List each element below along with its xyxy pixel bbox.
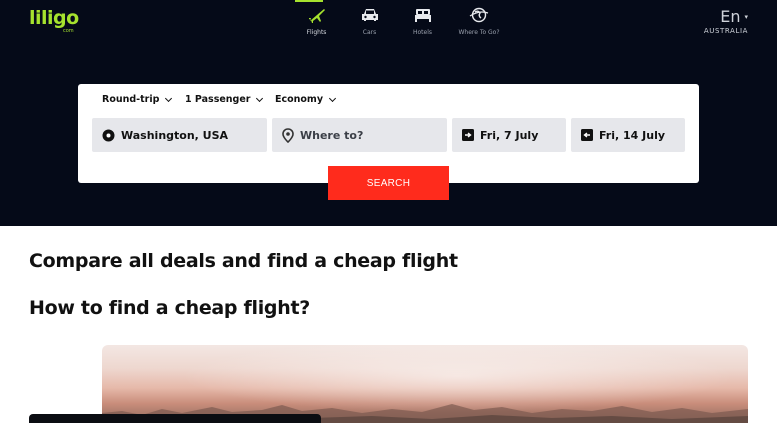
info-card-panel — [29, 414, 321, 423]
inactive-indicator — [348, 0, 376, 2]
origin-value: Washington, USA — [121, 128, 229, 142]
trip-type-label: Round-trip — [102, 94, 160, 105]
nav-label: Flights — [306, 29, 327, 36]
passengers-dropdown[interactable]: 1 Passenger — [185, 94, 275, 105]
return-date: Fri, 14 July — [599, 128, 666, 142]
map-pin-icon — [282, 127, 294, 143]
nav-item-flights[interactable]: Flights — [290, 0, 343, 40]
cabin-class-dropdown[interactable]: Economy — [275, 94, 355, 105]
destination-field[interactable]: Where to? — [272, 118, 447, 152]
locale-selector[interactable]: En ▾ AUSTRALIA — [704, 7, 748, 35]
nav-item-where-to-go[interactable]: Where To Go? — [449, 0, 509, 40]
departure-date-field[interactable]: Fri, 7 July — [452, 118, 566, 152]
main-nav: Flights Cars Hotels Where To Go? — [290, 0, 509, 40]
chevron-down-icon — [165, 94, 173, 102]
origin-field[interactable]: Washington, USA — [92, 118, 267, 152]
city-sunset-image — [102, 345, 748, 423]
trip-type-dropdown[interactable]: Round-trip — [102, 94, 185, 105]
car-icon — [361, 7, 379, 23]
nav-label: Where To Go? — [458, 29, 500, 36]
passengers-label: 1 Passenger — [185, 94, 251, 105]
nav-item-hotels[interactable]: Hotels — [396, 0, 449, 40]
cabin-label: Economy — [275, 94, 324, 105]
inactive-indicator — [454, 0, 482, 2]
liligo-logo[interactable]: liligo com — [29, 9, 79, 34]
active-indicator — [295, 0, 323, 2]
country-label: AUSTRALIA — [703, 27, 748, 35]
section-heading-how: How to find a cheap flight? — [29, 297, 310, 319]
page-heading-compare: Compare all deals and find a cheap fligh… — [29, 250, 458, 272]
departure-calendar-icon — [462, 129, 474, 141]
language-row: En ▾ — [704, 7, 748, 26]
nav-label: Hotels — [412, 29, 433, 36]
origin-dot-icon — [102, 129, 115, 142]
bed-icon — [414, 7, 432, 23]
nav-item-cars[interactable]: Cars — [343, 0, 396, 40]
inactive-indicator — [401, 0, 429, 2]
return-calendar-icon — [581, 129, 593, 141]
chevron-down-icon: ▾ — [744, 12, 748, 21]
search-options: Round-trip 1 Passenger Economy — [102, 94, 355, 105]
destination-placeholder: Where to? — [300, 128, 364, 142]
departure-date: Fri, 7 July — [480, 128, 539, 142]
plane-icon — [308, 7, 326, 23]
chevron-down-icon — [328, 94, 337, 102]
search-button[interactable]: SEARCH — [328, 166, 449, 200]
hero-header: liligo com Flights Cars Hotels Where To … — [0, 0, 777, 226]
flight-search-form: Round-trip 1 Passenger Economy Washingto… — [78, 84, 699, 200]
logo-wordmark: liligo — [29, 7, 79, 29]
logo-sub: com — [63, 28, 74, 34]
globe-icon — [469, 7, 489, 23]
language-code: En — [720, 7, 741, 26]
nav-label: Cars — [362, 29, 377, 36]
chevron-down-icon — [256, 94, 264, 102]
return-date-field[interactable]: Fri, 14 July — [571, 118, 685, 152]
